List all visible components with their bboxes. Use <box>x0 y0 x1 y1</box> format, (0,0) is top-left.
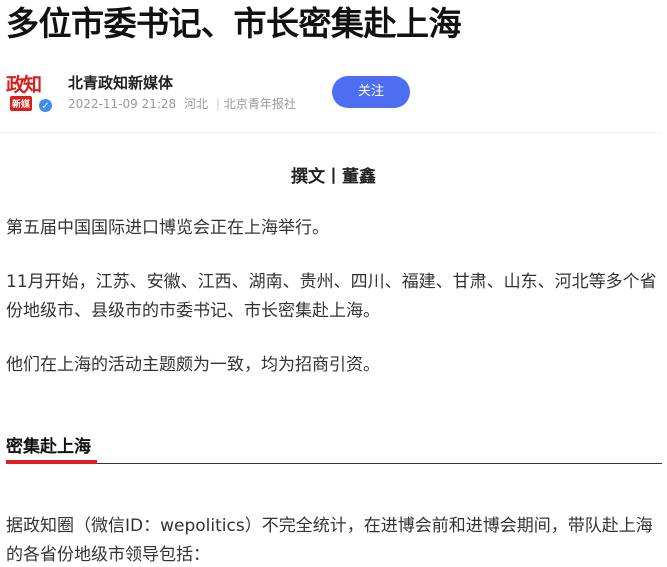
header-divider <box>0 132 662 133</box>
author-row: 政知 新媒 ✓ 北青政知新媒体 2022-11-09 21:28 河北 | 北京青… <box>6 68 661 116</box>
paragraph-1: 第五届中国国际进口博览会正在上海举行。 <box>6 218 329 238</box>
section-title: 密集赴上海 <box>6 437 91 457</box>
section-divider <box>6 463 662 464</box>
author-name[interactable]: 北青政知新媒体 <box>68 72 173 93</box>
article-byline: 撰文丨董鑫 <box>291 167 376 187</box>
article-meta: 2022-11-09 21:28 河北 | 北京青年报社 <box>68 95 300 112</box>
publish-source: 北京青年报社 <box>223 97 296 111</box>
paragraph-2: 11月开始，江苏、安徽、江西、湖南、贵州、四川、福建、甘肃、山东、河北等多个省份… <box>6 272 657 321</box>
author-avatar[interactable]: 政知 新媒 ✓ <box>6 68 54 116</box>
verified-icon: ✓ <box>38 98 53 113</box>
avatar-logo-text: 政知 <box>6 74 42 96</box>
publish-location: 河北 <box>183 97 208 111</box>
meta-separator: | <box>215 97 220 111</box>
paragraph-4: 据政知圈（微信ID：wepolitics）不完全统计，在进博会前和进博会期间，带… <box>6 516 653 565</box>
article-title: 多位市委书记、市长密集赴上海 <box>6 4 462 43</box>
section-accent-bar <box>6 460 97 464</box>
paragraph-3: 他们在上海的活动主题颇为一致，均为招商引资。 <box>6 355 380 375</box>
avatar-logo-subtext: 新媒 <box>10 96 33 111</box>
follow-button[interactable]: 关注 <box>332 76 410 108</box>
publish-date: 2022-11-09 21:28 <box>68 97 177 111</box>
